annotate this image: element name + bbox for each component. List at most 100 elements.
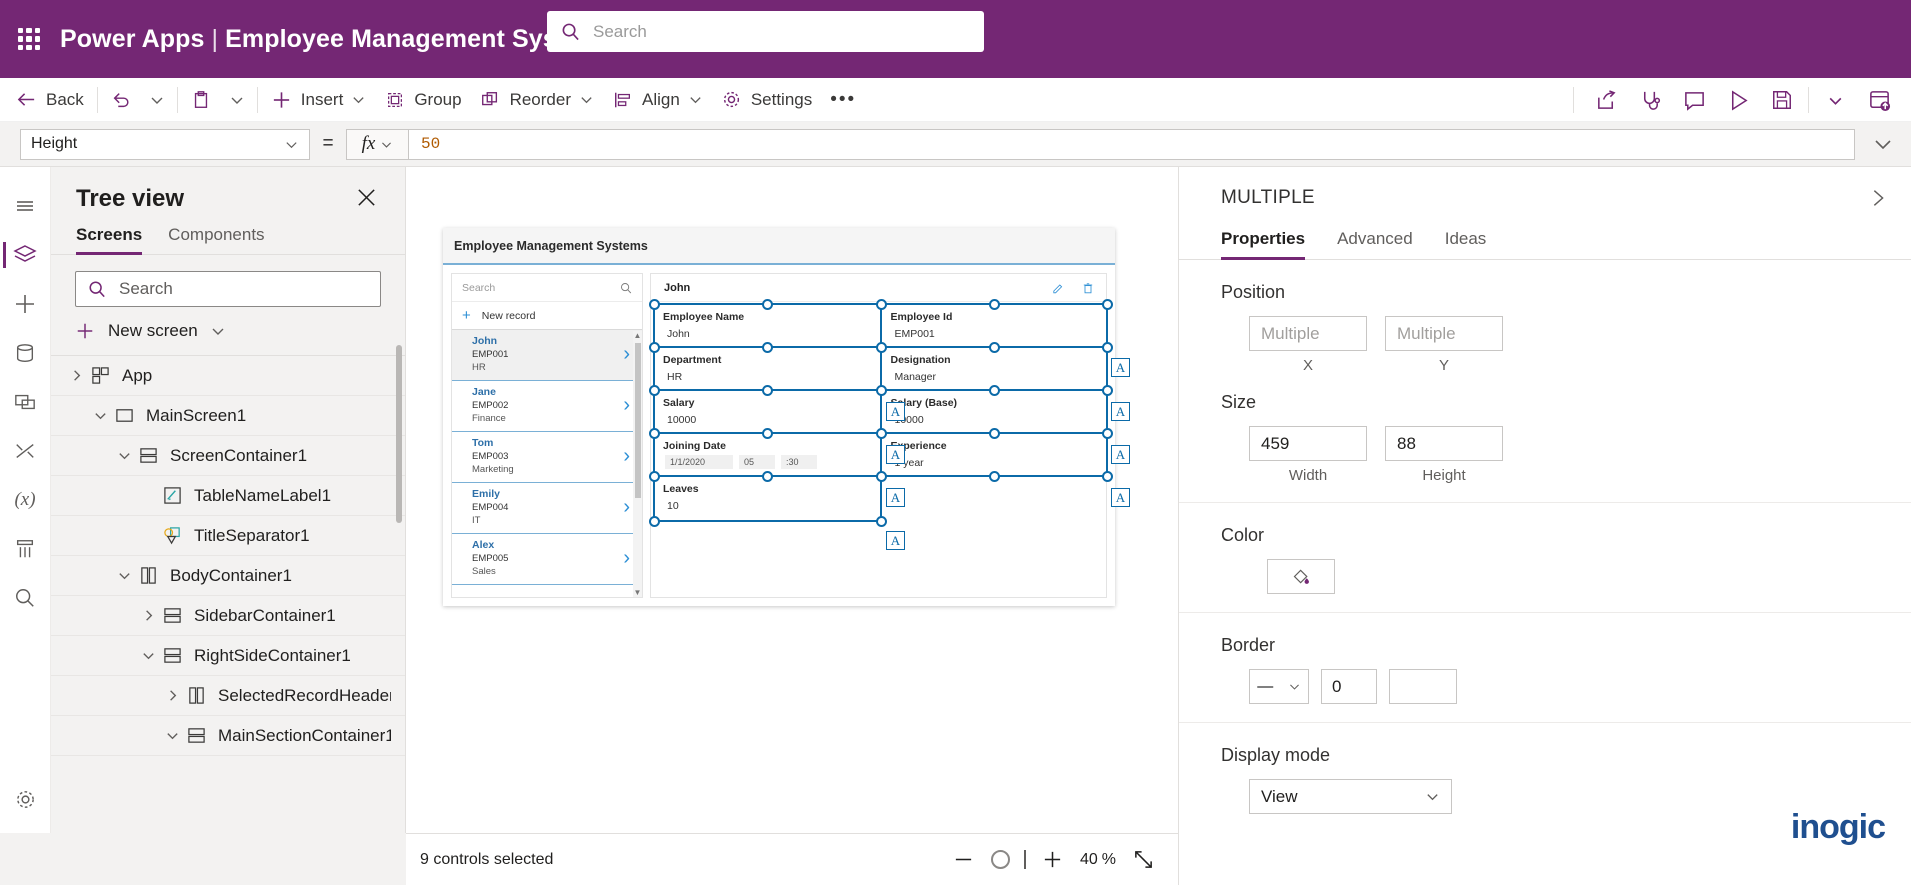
chevron-down-icon[interactable] [137,648,159,663]
canvas-form-field[interactable]: Leaves 10 [651,474,879,517]
close-icon[interactable] [350,185,383,210]
sidebar-item-app-search[interactable] [3,524,47,573]
insert-button[interactable]: Insert [262,78,376,122]
sidebar-item-settings[interactable] [3,775,47,824]
sidebar-item-data[interactable] [3,328,47,377]
zoom-slider-handle[interactable] [990,850,1010,869]
canvas-search-box[interactable]: Search [452,274,642,302]
preview-play-icon[interactable] [1716,78,1760,122]
canvas-form-field[interactable]: Department HR [651,345,879,388]
settings-button[interactable]: Settings [712,78,821,122]
border-style-select[interactable]: — [1249,669,1309,704]
chevron-right-icon[interactable] [161,688,183,703]
tab-components[interactable]: Components [168,225,264,254]
canvas-new-record-button[interactable]: + New record [452,302,642,330]
sidebar-item-search[interactable] [3,573,47,622]
color-picker-button[interactable] [1267,559,1335,594]
canvas-list-scrollbar[interactable]: ▲ ▼ [633,331,642,597]
tree-item-bodycontainer1[interactable]: BodyContainer1 [51,556,405,596]
paste-dropdown[interactable] [221,78,253,122]
chevron-right-icon[interactable] [65,368,87,383]
sidebar-item-tree-view[interactable] [3,230,47,279]
tree-search-input[interactable]: Search [75,271,381,307]
position-y-input[interactable]: Multiple [1385,316,1503,351]
trash-icon[interactable] [1082,282,1094,294]
canvas-form-field[interactable]: Experience 1 year [879,431,1107,474]
chevron-right-icon[interactable] [1867,187,1889,209]
canvas-record-item[interactable]: John EMP001 HR › [452,330,642,381]
tree-item-titleseparator1[interactable]: TitleSeparator1 [51,516,405,556]
tab-properties[interactable]: Properties [1221,229,1306,260]
fit-screen-button[interactable] [1122,839,1164,881]
fx-button[interactable]: fx [346,128,408,160]
size-width-input[interactable]: 459 [1249,426,1367,461]
canvas-form-field[interactable]: Employee Name John [651,302,879,345]
tab-screens[interactable]: Screens [76,225,143,255]
overflow-button[interactable]: ••• [821,78,865,122]
tree-scrollbar[interactable] [396,345,402,523]
tree-item-rightsidecontainer1[interactable]: RightSideContainer1 [51,636,405,676]
border-color-swatch[interactable] [1389,669,1457,704]
zoom-out-button[interactable] [943,839,985,881]
tab-ideas[interactable]: Ideas [1445,229,1487,259]
canvas-record-item[interactable]: Jane EMP002 Finance › [452,381,642,432]
align-button[interactable]: Align [603,78,712,122]
global-search[interactable]: Search [547,11,984,52]
canvas-form-field[interactable]: Employee Id EMP001 [879,302,1107,345]
scroll-thumb[interactable] [634,343,641,498]
canvas-date-parts[interactable]: 1/1/2020 05:30 [663,455,879,469]
sidebar-item-power-automate[interactable] [3,426,47,475]
chevron-right-icon[interactable]: › [623,445,630,468]
formula-expand-button[interactable] [1855,132,1911,156]
undo-dropdown[interactable] [141,78,173,122]
canvas-form-field[interactable]: Joining Date 1/1/2020 05:30 [651,431,879,474]
chevron-down-icon[interactable] [89,408,111,423]
canvas-record-item[interactable]: Alex EMP005 Sales › [452,534,642,585]
tree-item-tablenamelabel1[interactable]: TableNameLabel1 [51,476,405,516]
tree-item-screencontainer1[interactable]: ScreenContainer1 [51,436,405,476]
chevron-down-icon[interactable] [113,568,135,583]
chevron-right-icon[interactable]: › [623,496,630,519]
border-width-input[interactable]: 0 [1321,669,1377,704]
zoom-slider[interactable] [985,850,1032,869]
reorder-button[interactable]: Reorder [471,78,603,122]
share-icon[interactable] [1584,78,1628,122]
sidebar-item-insert[interactable] [3,279,47,328]
tree-item-app[interactable]: App [51,356,405,396]
sidebar-item-variables[interactable]: (x) [3,475,47,524]
canvas-form-field[interactable]: Salary 10000 [651,388,879,431]
publish-icon[interactable] [1857,78,1901,122]
back-button[interactable]: Back [0,78,93,122]
app-canvas[interactable]: Employee Management Systems Search + New… [443,228,1130,606]
tree-item-mainsectioncontainer1[interactable]: MainSectionContainer1 [51,716,405,756]
menu-hamburger-icon[interactable] [3,181,47,230]
chevron-right-icon[interactable]: › [623,343,630,366]
pencil-icon[interactable] [1052,282,1064,294]
canvas-record-item[interactable]: Emily EMP004 IT › [452,483,642,534]
comments-icon[interactable] [1672,78,1716,122]
group-button[interactable]: Group [375,78,470,122]
new-screen-button[interactable]: New screen [51,307,405,356]
app-launcher-icon[interactable] [16,26,42,52]
paste-button[interactable] [182,78,221,122]
save-icon[interactable] [1760,78,1804,122]
zoom-in-button[interactable] [1032,839,1074,881]
canvas-form-field[interactable]: Designation Manager [879,345,1107,388]
canvas-date-value[interactable]: 1/1/2020 [665,455,733,469]
sidebar-item-media[interactable] [3,377,47,426]
chevron-right-icon[interactable] [137,608,159,623]
formula-input[interactable]: 50 [408,128,1855,160]
tree-item-selectedrecordheadercontai[interactable]: SelectedRecordHeaderContai [51,676,405,716]
display-mode-select[interactable]: View [1249,779,1452,814]
chevron-down-icon[interactable] [113,448,135,463]
chevron-right-icon[interactable]: › [623,547,630,570]
tree-item-mainscreen1[interactable]: MainScreen1 [51,396,405,436]
chevron-down-icon[interactable] [161,728,183,743]
tab-advanced[interactable]: Advanced [1337,229,1413,259]
canvas-record-item[interactable]: Tom EMP003 Marketing › [452,432,642,483]
property-selector[interactable]: Height [20,128,310,160]
canvas-form-field[interactable]: Salary (Base) 10000 [879,388,1107,431]
canvas-date-minute[interactable]: :30 [781,455,817,469]
chevron-down-icon[interactable] [1813,78,1857,122]
chevron-right-icon[interactable]: › [623,394,630,417]
